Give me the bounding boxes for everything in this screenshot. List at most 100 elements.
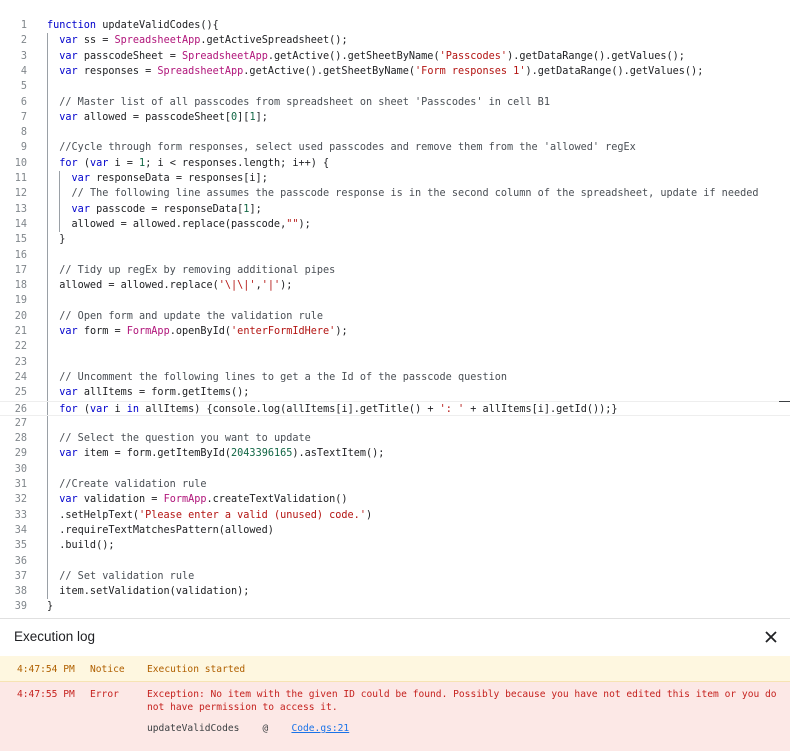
line-number: 38 xyxy=(14,586,27,598)
line-code: } xyxy=(47,234,66,246)
code-line: 6 // Master list of all passcodes from s… xyxy=(0,95,790,110)
line-number: 31 xyxy=(14,479,27,490)
line-number: 17 xyxy=(14,264,27,276)
code-location-link[interactable]: Code.gs:21 xyxy=(291,723,349,734)
line-number: 10 xyxy=(14,157,27,169)
line-number: 35 xyxy=(14,540,27,552)
code-line: 21 var form = FormApp.openById('enterFor… xyxy=(0,324,790,339)
code-line: 28 // Select the question you want to up… xyxy=(0,431,790,446)
stack-function: updateValidCodes xyxy=(147,723,240,734)
code-line: 23 xyxy=(0,355,790,370)
line-code: var validation = FormApp.createTextValid… xyxy=(59,494,348,506)
line-code: var passcode = responseData[1]; xyxy=(71,203,262,215)
line-code: var allItems = form.getItems(); xyxy=(59,387,250,399)
line-number: 29 xyxy=(14,448,27,460)
code-line: 5 xyxy=(0,79,790,94)
code-line: 31 //Create validation rule xyxy=(0,477,790,492)
code-line: 25 var allItems = form.getItems(); xyxy=(0,385,790,400)
scrollbar-marker[interactable] xyxy=(779,401,790,402)
line-code: // Master list of all passcodes from spr… xyxy=(59,96,550,108)
line-code: .build(); xyxy=(47,540,115,552)
line-number: 6 xyxy=(20,96,27,108)
code-line: 13 var passcode = responseData[1]; xyxy=(0,202,790,217)
line-number: 33 xyxy=(14,509,27,521)
line-code: } xyxy=(47,601,54,613)
log-level: Notice xyxy=(90,664,125,675)
code-line: 39} xyxy=(0,599,790,614)
line-number: 13 xyxy=(14,203,27,215)
code-line: 17 // Tidy up regEx by removing addition… xyxy=(0,263,790,278)
log-entry-error: 4:47:55 PM Error Exception: No item with… xyxy=(0,682,790,751)
code-line: 19 xyxy=(0,293,790,308)
line-number: 14 xyxy=(14,218,27,230)
log-time: 4:47:54 PM xyxy=(17,664,75,675)
code-line: 11 var responseData = responses[i]; xyxy=(0,171,790,186)
line-code: // Open form and update the validation r… xyxy=(59,310,324,322)
line-code: // Select the question you want to updat… xyxy=(59,433,311,445)
execution-log-panel: Execution log 4:47:54 PM Notice Executio… xyxy=(0,618,790,751)
log-entry-notice: 4:47:54 PM Notice Execution started xyxy=(0,656,790,682)
code-line: 12 // The following line assumes the pas… xyxy=(0,186,790,201)
code-line: 33 .setHelpText('Please enter a valid (u… xyxy=(0,508,790,523)
code-line: 30 xyxy=(0,462,790,477)
log-stack-trace: updateValidCodes @ Code.gs:21 xyxy=(147,722,349,735)
line-number: 37 xyxy=(14,570,27,582)
line-number: 9 xyxy=(20,142,27,154)
code-line: 32 var validation = FormApp.createTextVa… xyxy=(0,492,790,507)
line-number: 21 xyxy=(14,326,27,337)
log-message: Exception: No item with the given ID cou… xyxy=(147,689,777,713)
line-number: 3 xyxy=(20,50,27,62)
code-line: 22 xyxy=(0,339,790,354)
line-code: .requireTextMatchesPattern(allowed) xyxy=(47,524,274,536)
line-number: 23 xyxy=(14,356,27,368)
line-code: function updateValidCodes(){ xyxy=(47,20,219,31)
code-editor[interactable]: 1 function updateValidCodes(){2 var ss = … xyxy=(0,0,790,618)
line-number: 8 xyxy=(20,127,27,139)
line-code: var item = form.getItemById(2043396165).… xyxy=(59,448,385,460)
close-icon[interactable] xyxy=(762,628,780,646)
code-line: 36 xyxy=(0,554,790,569)
line-number: 30 xyxy=(14,463,27,475)
line-code: // The following line assumes the passco… xyxy=(71,188,759,200)
code-line: 2 var ss = SpreadsheetApp.getActiveSprea… xyxy=(0,33,790,48)
code-line: 9 //Cycle through form responses, select… xyxy=(0,140,790,155)
code-line: 38 item.setValidation(validation); xyxy=(0,584,790,599)
line-number: 28 xyxy=(14,433,27,445)
code-line: 20 // Open form and update the validatio… xyxy=(0,309,790,324)
line-code: var allowed = passcodeSheet[0][1]; xyxy=(59,111,268,123)
code-line: 1 function updateValidCodes(){ xyxy=(0,18,790,33)
line-number: 27 xyxy=(14,417,27,429)
code-line: 35 .build(); xyxy=(0,538,790,553)
log-message: Execution started xyxy=(147,664,246,675)
line-number: 26 xyxy=(14,403,27,415)
log-level: Error xyxy=(90,689,119,700)
line-number: 20 xyxy=(14,310,27,322)
line-number: 24 xyxy=(14,371,27,383)
line-code: .setHelpText('Please enter a valid (unus… xyxy=(47,509,373,521)
line-number: 12 xyxy=(14,188,27,200)
line-code: allowed = allowed.replace('\|\|','|'); xyxy=(47,280,293,292)
line-code: var ss = SpreadsheetApp.getActiveSpreads… xyxy=(59,35,348,47)
line-number: 32 xyxy=(14,494,27,506)
code-line: 10 for (var i = 1; i < responses.length;… xyxy=(0,156,790,171)
execution-log-title: Execution log xyxy=(14,629,96,644)
code-line: 24 // Uncomment the following lines to g… xyxy=(0,370,790,385)
line-number: 2 xyxy=(20,35,27,47)
code-line: 27 xyxy=(0,416,790,431)
execution-log-header: Execution log xyxy=(0,619,790,655)
line-number: 18 xyxy=(14,280,27,292)
line-number: 11 xyxy=(14,173,27,184)
line-number: 4 xyxy=(20,65,27,77)
line-code: //Cycle through form responses, select u… xyxy=(59,142,636,154)
line-number: 5 xyxy=(20,81,27,93)
line-code: for (var i in allItems) {console.log(all… xyxy=(59,403,618,415)
line-code: var responseData = responses[i]; xyxy=(71,173,268,184)
line-code: // Uncomment the following lines to get … xyxy=(59,371,508,383)
line-code: var passcodeSheet = SpreadsheetApp.getAc… xyxy=(59,50,685,62)
code-line: 34 .requireTextMatchesPattern(allowed) xyxy=(0,523,790,538)
line-number: 7 xyxy=(20,111,27,123)
code-line: 14 allowed = allowed.replace(passcode,""… xyxy=(0,217,790,232)
code-line: 26 for (var i in allItems) {console.log(… xyxy=(0,400,790,416)
line-code: //Create validation rule xyxy=(59,479,207,490)
line-number: 34 xyxy=(14,524,27,536)
